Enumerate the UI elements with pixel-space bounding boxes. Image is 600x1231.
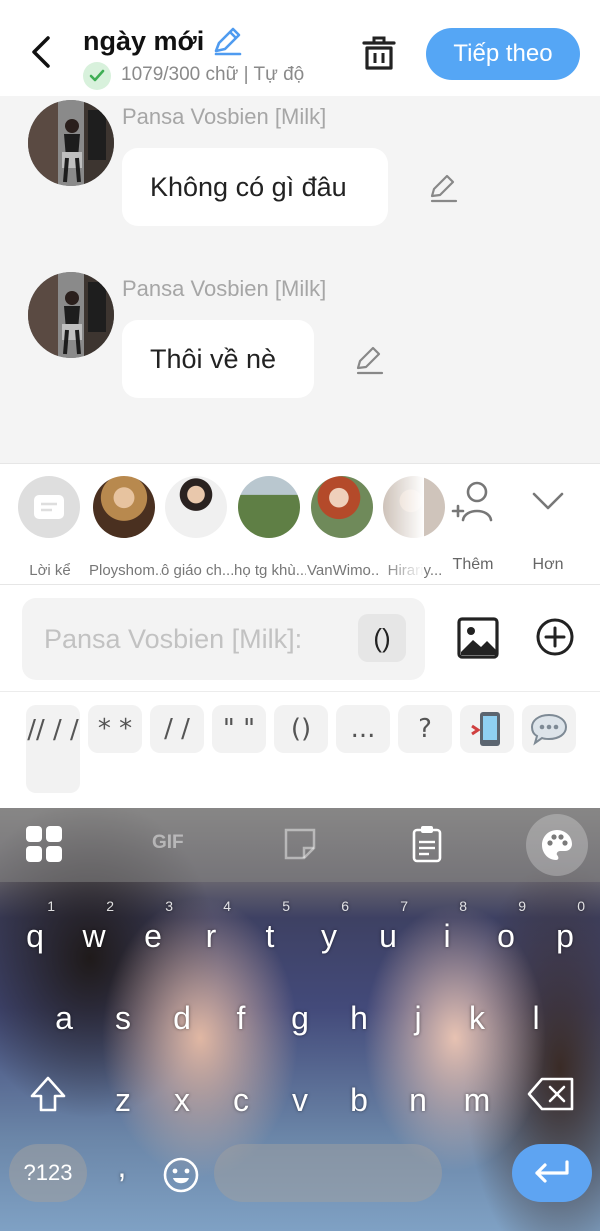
quick-insert-slash-pair[interactable]: / / (150, 705, 204, 753)
add-person-icon (451, 481, 493, 522)
edit-title-pencil-icon[interactable] (210, 24, 244, 58)
avatar (165, 476, 227, 538)
more-label: Hơn (532, 556, 564, 573)
key-j[interactable]: j (388, 982, 448, 1062)
image-icon[interactable] (456, 616, 500, 660)
key-e[interactable]: 3e (123, 898, 183, 980)
key-t[interactable]: 5t (240, 898, 300, 980)
sticker-icon[interactable] (280, 824, 320, 864)
key-m[interactable]: m (447, 1064, 507, 1144)
key-x[interactable]: x (152, 1064, 212, 1144)
backspace-icon[interactable] (526, 1076, 576, 1112)
character-label: VanWimo... (307, 562, 379, 579)
key-w[interactable]: 2w (64, 898, 124, 980)
keyboard-toolbar: GIF (0, 808, 600, 882)
avatar (311, 476, 373, 538)
key-h[interactable]: h (329, 982, 389, 1062)
quick-insert-parentheses[interactable]: () (274, 705, 328, 753)
character-label: họ tg khù... (234, 562, 306, 579)
message-bubble[interactable]: Không có gì đâu (122, 148, 388, 226)
key-l[interactable]: l (506, 982, 566, 1062)
gif-button[interactable]: GIF (152, 832, 184, 854)
key-a[interactable]: a (34, 982, 94, 1062)
grid-apps-icon[interactable] (24, 824, 64, 864)
quick-insert-quotes[interactable]: " " (212, 705, 266, 753)
header: ngày mới 1079/300 chữ | Tự độ Tiếp theo (0, 0, 600, 96)
character-avatar[interactable]: VanWimo... (307, 476, 379, 579)
key-r[interactable]: 4r (181, 898, 241, 980)
key-y[interactable]: 6y (299, 898, 359, 980)
avatar (93, 476, 155, 538)
character-narrator[interactable]: Lời kể (18, 476, 82, 579)
key-v[interactable]: v (270, 1064, 330, 1144)
phone-call-icon[interactable] (460, 705, 514, 753)
character-avatar[interactable]: ô giáo ch... (161, 476, 233, 579)
key-n[interactable]: n (388, 1064, 448, 1144)
key-comma[interactable]: , (92, 1130, 152, 1210)
story-title[interactable]: ngày mới (83, 26, 204, 57)
check-icon (83, 62, 111, 90)
shift-arrow-icon[interactable] (28, 1074, 68, 1114)
avatar (238, 476, 300, 538)
edit-message-pencil-icon[interactable] (426, 171, 460, 205)
enter-key[interactable] (512, 1144, 592, 1202)
quick-insert-slashes[interactable]: // / / (26, 705, 80, 793)
key-g[interactable]: g (270, 982, 330, 1062)
insert-parentheses-button[interactable]: () (358, 614, 406, 662)
fade-overlay (384, 464, 424, 584)
chat-message: Pansa Vosbien [Milk] Không có gì đâu (0, 96, 600, 236)
message-bubble[interactable]: Thôi về nè (122, 320, 314, 398)
input-placeholder: Pansa Vosbien [Milk]: (44, 624, 303, 654)
chevron-down-icon (532, 492, 564, 510)
quick-insert-bar: // / / * * / / " " () ... ? (0, 693, 600, 808)
key-c[interactable]: c (211, 1064, 271, 1144)
key-q[interactable]: 1q (5, 898, 65, 980)
sender-name: Pansa Vosbien [Milk] (122, 276, 327, 301)
speech-bubble-icon[interactable] (522, 705, 576, 753)
avatar[interactable] (28, 272, 114, 358)
space-bar[interactable] (214, 1144, 442, 1202)
chat-area: Pansa Vosbien [Milk] Không có gì đâu Pan… (0, 96, 600, 463)
key-u[interactable]: 7u (358, 898, 418, 980)
trash-icon[interactable] (358, 32, 400, 74)
next-button[interactable]: Tiếp theo (426, 28, 580, 80)
character-avatar[interactable]: Ployshom... (89, 476, 161, 579)
add-label: Thêm (452, 556, 494, 573)
key-s[interactable]: s (93, 982, 153, 1062)
quick-insert-ellipsis[interactable]: ... (336, 705, 390, 753)
key-i[interactable]: 8i (417, 898, 477, 980)
symbols-key[interactable]: ?123 (9, 1144, 87, 1202)
key-d[interactable]: d (152, 982, 212, 1062)
palette-icon[interactable] (526, 814, 588, 876)
edit-message-pencil-icon[interactable] (352, 343, 386, 377)
character-label: ô giáo ch... (161, 562, 233, 579)
add-circle-icon[interactable] (535, 617, 575, 657)
narrator-icon (18, 476, 80, 538)
emoji-icon[interactable] (162, 1156, 200, 1194)
add-character-button[interactable]: Thêm (438, 478, 508, 578)
character-avatar[interactable]: họ tg khù... (234, 476, 306, 579)
key-o[interactable]: 9o (476, 898, 536, 980)
composer: Pansa Vosbien [Milk]: () (0, 586, 600, 692)
word-count-status: 1079/300 chữ | Tự độ (121, 64, 305, 85)
more-characters-button[interactable]: Hơn (513, 478, 583, 578)
enter-arrow-icon (535, 1160, 569, 1183)
avatar[interactable] (28, 100, 114, 186)
quick-insert-question[interactable]: ? (398, 705, 452, 753)
message-input[interactable]: Pansa Vosbien [Milk]: () (22, 598, 425, 680)
character-label: Lời kể (29, 562, 71, 579)
quick-insert-asterisks[interactable]: * * (88, 705, 142, 753)
chat-message: Pansa Vosbien [Milk] Thôi về nè (0, 268, 600, 408)
clipboard-icon[interactable] (407, 824, 447, 864)
key-b[interactable]: b (329, 1064, 389, 1144)
sender-name: Pansa Vosbien [Milk] (122, 104, 327, 129)
key-f[interactable]: f (211, 982, 271, 1062)
character-selector: Lời kể Ployshom... ô giáo ch... họ tg kh… (0, 463, 600, 585)
key-p[interactable]: 0p (535, 898, 595, 980)
character-label: Ployshom... (89, 562, 161, 579)
key-k[interactable]: k (447, 982, 507, 1062)
keyboard: GIF 1q 2w 3e 4r 5t 6y 7u 8i 9o 0p a s d … (0, 808, 600, 1231)
back-arrow-icon[interactable] (22, 32, 62, 72)
